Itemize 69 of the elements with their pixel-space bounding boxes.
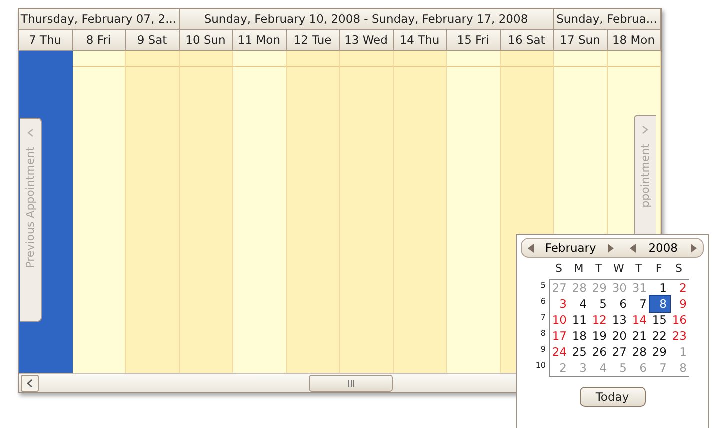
day-header[interactable]: 12 Tue: [286, 30, 340, 51]
calendar-day[interactable]: 11: [570, 312, 590, 328]
calendar-day[interactable]: 6: [610, 296, 630, 312]
calendar-day[interactable]: 14: [630, 312, 650, 328]
today-button[interactable]: Today: [580, 387, 646, 407]
calendar-day[interactable]: 27: [610, 344, 630, 360]
calendar-day[interactable]: 19: [590, 328, 610, 344]
calendar-day[interactable]: 17: [550, 328, 570, 344]
day-header[interactable]: 14 Thu: [394, 30, 447, 51]
date-range-header: Thursday, February 07, 2...: [19, 9, 180, 30]
calendar-day[interactable]: 12: [590, 312, 610, 328]
grip-icon: [348, 380, 354, 386]
chevron-left-icon: [27, 378, 33, 388]
month-label: February: [544, 241, 598, 255]
day-header[interactable]: 17 Sun: [554, 30, 608, 51]
day-header[interactable]: 9 Sat: [126, 30, 180, 51]
day-header[interactable]: 16 Sat: [500, 30, 554, 51]
weekday-label: W: [612, 261, 626, 277]
calendar-day[interactable]: 16: [670, 312, 690, 328]
date-range-header: Sunday, Februa...: [554, 9, 661, 30]
calendar-day[interactable]: 21: [630, 328, 650, 344]
calendar-day[interactable]: 18: [570, 328, 590, 344]
week-number: 10: [534, 360, 547, 372]
calendar-day[interactable]: 7: [630, 296, 650, 312]
previous-month-icon[interactable]: [528, 244, 535, 252]
calendar-day[interactable]: 13: [610, 312, 630, 328]
calendar-day[interactable]: 29: [650, 344, 670, 360]
weekday-label: T: [594, 261, 604, 277]
week-number: 6: [540, 296, 547, 308]
weekday-label: S: [674, 261, 684, 277]
next-year-icon[interactable]: [690, 244, 697, 252]
weekday-label: F: [654, 261, 664, 277]
week-number: 9: [540, 344, 547, 356]
week-number: 7: [540, 312, 547, 324]
day-header[interactable]: 11 Mon: [233, 30, 286, 51]
calendar-day[interactable]: 5: [590, 296, 610, 312]
calendar-day[interactable]: 26: [590, 344, 610, 360]
calendar-day[interactable]: 22: [650, 328, 670, 344]
calendar-day[interactable]: 23: [670, 328, 690, 344]
date-range-header: Sunday, February 10, 2008 - Sunday, February 17, 2008: [180, 9, 554, 30]
chevron-left-icon: [27, 129, 34, 137]
day-header[interactable]: 7 Thu: [19, 30, 72, 51]
day-header[interactable]: 15 Fri: [447, 30, 500, 51]
day-header[interactable]: 10 Sun: [180, 30, 233, 51]
scroll-thumb[interactable]: [309, 374, 393, 392]
calendar-day[interactable]: 2: [670, 280, 690, 296]
calendar-day[interactable]: 9: [670, 296, 690, 312]
year-label: 2008: [648, 241, 679, 255]
calendar-day[interactable]: 1: [650, 280, 670, 296]
calendar-day[interactable]: 24: [550, 344, 570, 360]
day-header[interactable]: 13 Wed: [340, 30, 394, 51]
weekday-label: S: [554, 261, 564, 277]
calendar-day[interactable]: 10: [550, 312, 570, 328]
previous-year-icon[interactable]: [630, 244, 637, 252]
calendar-day[interactable]: 3: [550, 296, 570, 312]
week-number: 8: [540, 328, 547, 340]
weekday-label: M: [573, 261, 585, 277]
calendar-day[interactable]: 8: [650, 296, 670, 312]
chevron-right-icon: [642, 126, 649, 134]
calendar-day[interactable]: 20: [610, 328, 630, 344]
day-header[interactable]: 18 Mon: [608, 30, 661, 51]
day-header[interactable]: 8 Fri: [72, 30, 126, 51]
calendar-day[interactable]: 4: [570, 296, 590, 312]
week-number: 5: [540, 280, 547, 292]
weekday-label: T: [634, 261, 644, 277]
calendar-day[interactable]: 15: [650, 312, 670, 328]
scroll-left-button[interactable]: [21, 374, 39, 392]
calendar-day[interactable]: 28: [630, 344, 650, 360]
calendar-day[interactable]: 25: [570, 344, 590, 360]
